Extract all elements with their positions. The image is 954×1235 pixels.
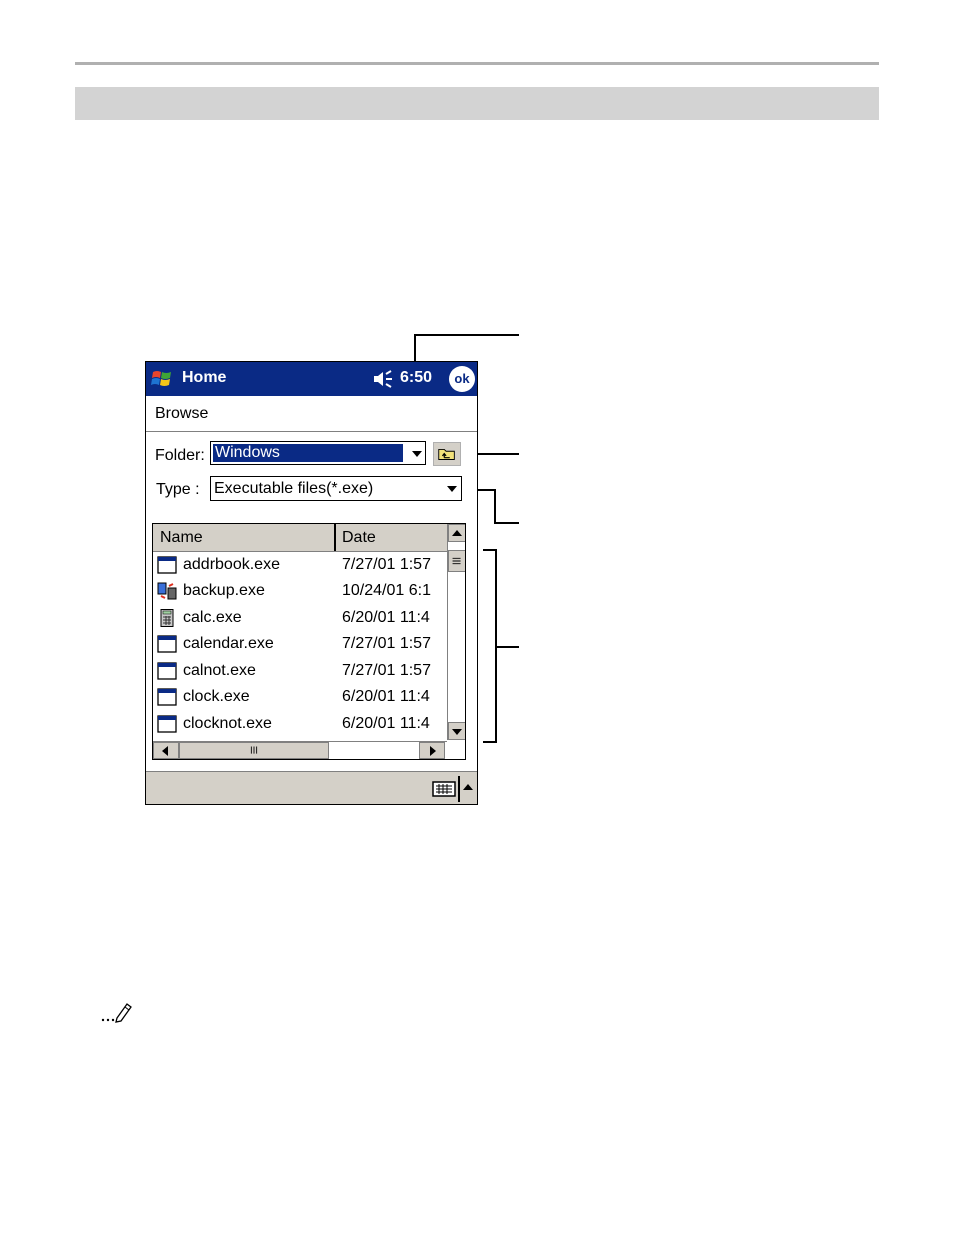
- file-name: calendar.exe: [183, 635, 274, 652]
- sip-separator: [458, 776, 460, 802]
- file-date: 6/20/01 11:4: [342, 609, 430, 626]
- file-name: calc.exe: [183, 609, 242, 626]
- file-date: 7/27/01 1:57: [342, 635, 431, 652]
- dialog-title: Browse: [155, 405, 209, 422]
- arrow-up-icon: [452, 530, 462, 536]
- file-name: calnot.exe: [183, 662, 256, 679]
- vertical-scrollbar[interactable]: [447, 524, 465, 740]
- folder-up-icon: [438, 448, 455, 460]
- keyboard-icon[interactable]: [432, 780, 456, 798]
- callout-line-folder-horizontal: [414, 334, 519, 336]
- grip-icon: [250, 746, 258, 754]
- file-name: clocknot.exe: [183, 715, 272, 732]
- type-dropdown[interactable]: Executable files(*.exe): [210, 476, 462, 501]
- section-header-band: [75, 87, 879, 120]
- arrow-left-icon: [162, 746, 168, 756]
- column-header-date[interactable]: Date: [342, 529, 376, 547]
- callout-line-list: [495, 646, 519, 648]
- bracket-bottom: [483, 741, 497, 743]
- list-item[interactable]: addrbook.exe 7/27/01 1:57: [153, 552, 447, 578]
- window-icon: [157, 688, 177, 706]
- list-item[interactable]: calendar.exe 7/27/01 1:57: [153, 631, 447, 657]
- folder-dropdown[interactable]: Windows: [210, 441, 426, 465]
- callout-line-type-v: [494, 489, 496, 524]
- grip-icon: [452, 557, 461, 565]
- sip-menu-arrow-icon[interactable]: [463, 784, 473, 790]
- list-item[interactable]: clocknot.exe 6/20/01 11:4: [153, 711, 447, 737]
- file-name: backup.exe: [183, 582, 265, 599]
- chevron-down-icon[interactable]: [447, 486, 457, 492]
- list-rows: addrbook.exe 7/27/01 1:57 backup.exe 10/…: [153, 552, 447, 740]
- horizontal-scroll-thumb[interactable]: [179, 742, 329, 759]
- window-icon: [157, 635, 177, 653]
- column-separator[interactable]: [334, 524, 336, 551]
- column-header-name[interactable]: Name: [160, 529, 203, 547]
- file-name: clock.exe: [183, 688, 250, 705]
- window-icon: [157, 556, 177, 574]
- clock[interactable]: 6:50: [400, 369, 432, 387]
- file-date: 6/20/01 11:4: [342, 715, 430, 732]
- type-label: Type :: [156, 481, 200, 498]
- title-bar: Home 6:50 ok: [146, 362, 477, 396]
- scroll-up-button[interactable]: [448, 524, 465, 542]
- vertical-scroll-thumb[interactable]: [448, 550, 465, 572]
- calculator-icon: [157, 609, 177, 627]
- horizontal-scrollbar[interactable]: [153, 741, 447, 759]
- file-date: 10/24/01 6:1: [342, 582, 431, 599]
- scroll-down-button[interactable]: [448, 722, 465, 740]
- type-value: Executable files(*.exe): [214, 480, 374, 497]
- menu-bar: [146, 771, 477, 804]
- divider: [146, 431, 477, 432]
- file-date: 7/27/01 1:57: [342, 556, 431, 573]
- speaker-icon[interactable]: [372, 370, 394, 388]
- scroll-left-button[interactable]: [153, 742, 179, 759]
- file-list[interactable]: Name Date addrbook.exe 7/27/01 1:57 back…: [152, 523, 466, 760]
- list-header: Name Date: [153, 524, 447, 552]
- file-date: 7/27/01 1:57: [342, 662, 431, 679]
- up-folder-button[interactable]: [433, 442, 461, 466]
- app-title: Home: [182, 369, 227, 386]
- chevron-down-icon[interactable]: [412, 451, 422, 457]
- device-screen: Home 6:50 ok Browse Folder: Windows Type…: [145, 361, 478, 805]
- folder-label: Folder:: [155, 447, 205, 464]
- windows-start-icon[interactable]: [150, 366, 176, 392]
- arrow-right-icon: [430, 746, 436, 756]
- callout-line-type-h2: [494, 522, 519, 524]
- scroll-right-button[interactable]: [419, 742, 445, 759]
- note-pencil-icon: [101, 1003, 132, 1023]
- list-item[interactable]: backup.exe 10/24/01 6:1: [153, 578, 447, 604]
- folder-value: Windows: [213, 444, 403, 462]
- file-date: 6/20/01 11:4: [342, 688, 430, 705]
- window-icon: [157, 662, 177, 680]
- window-icon: [157, 715, 177, 733]
- list-item[interactable]: calnot.exe 7/27/01 1:57: [153, 658, 447, 684]
- top-rule: [75, 62, 879, 65]
- backup-icon: [157, 582, 177, 600]
- list-item[interactable]: calc.exe 6/20/01 11:4: [153, 605, 447, 631]
- arrow-down-icon: [452, 729, 462, 735]
- file-name: addrbook.exe: [183, 556, 280, 573]
- list-item[interactable]: clock.exe 6/20/01 11:4: [153, 684, 447, 710]
- ok-button[interactable]: ok: [449, 366, 475, 392]
